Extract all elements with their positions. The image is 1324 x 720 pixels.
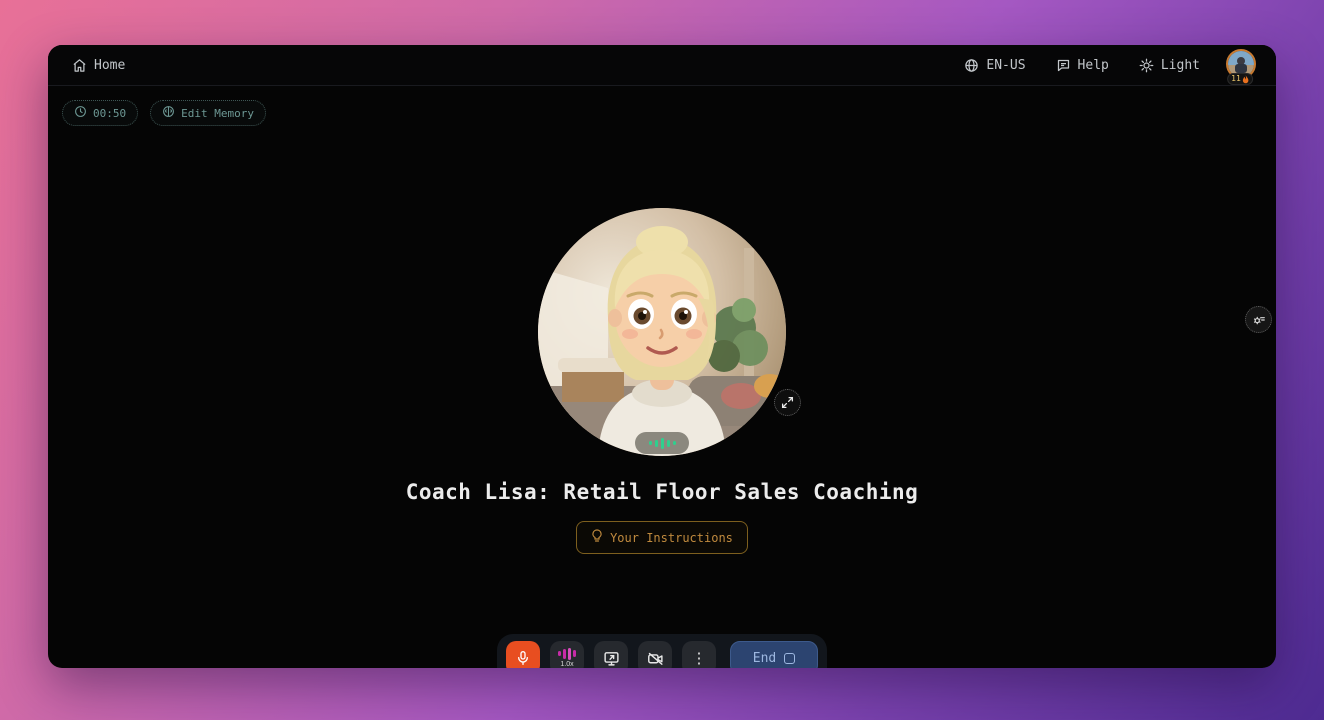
home-button[interactable]: Home [72,58,125,73]
language-label: EN-US [986,58,1025,73]
voice-visualizer-icon [558,648,576,660]
camera-toggle-button[interactable] [638,641,672,668]
globe-icon [964,58,979,73]
settings-gear-icon [1252,313,1266,327]
edit-memory-label: Edit Memory [181,107,254,120]
edit-memory-button[interactable]: Edit Memory [150,100,266,126]
help-button[interactable]: Help [1056,58,1109,73]
camera-off-icon [647,650,664,667]
theme-toggle[interactable]: Light [1139,58,1200,73]
end-call-button[interactable]: End [730,641,818,668]
end-label: End [753,651,776,666]
help-chat-icon [1056,58,1071,73]
streak-count: 11 [1231,74,1241,84]
timer-value: 00:50 [93,107,126,120]
home-label: Home [94,58,125,73]
language-selector[interactable]: EN-US [964,58,1025,73]
status-row: 00:50 Edit Memory [62,100,266,126]
streak-badge: 11 [1227,73,1253,85]
sun-icon [1139,58,1154,73]
microphone-icon [515,650,531,666]
top-bar: Home EN-US Help Light [48,45,1276,86]
more-options-button[interactable]: ⋮ [682,641,716,668]
theme-label: Light [1161,58,1200,73]
voice-speed-button[interactable]: 1.0x [550,641,584,668]
stop-icon [784,653,795,664]
voice-activity-indicator [635,432,689,454]
user-avatar[interactable]: 11 [1226,49,1258,81]
microphone-button[interactable] [506,641,540,668]
clock-icon [74,105,87,121]
your-instructions-label: Your Instructions [610,531,733,545]
expand-arrows-icon [781,396,794,409]
more-options-icon: ⋮ [692,649,707,667]
coach-avatar-image[interactable] [538,208,786,456]
home-icon [72,58,87,73]
speed-value: 1.0x [560,661,573,669]
side-settings-button[interactable] [1245,306,1272,333]
call-control-bar: 1.0x ⋮ End [497,634,827,668]
expand-button[interactable] [774,389,801,416]
memory-icon [162,105,175,121]
app-window: Home EN-US Help Light [48,45,1276,668]
session-timer: 00:50 [62,100,138,126]
help-label: Help [1078,58,1109,73]
your-instructions-button[interactable]: Your Instructions [576,521,748,554]
lightbulb-icon [591,529,603,546]
session-title: Coach Lisa: Retail Floor Sales Coaching [406,480,919,504]
stage: Coach Lisa: Retail Floor Sales Coaching … [48,208,1276,554]
screen-share-button[interactable] [594,641,628,668]
screen-share-icon [603,650,620,667]
flame-icon [1242,75,1249,84]
